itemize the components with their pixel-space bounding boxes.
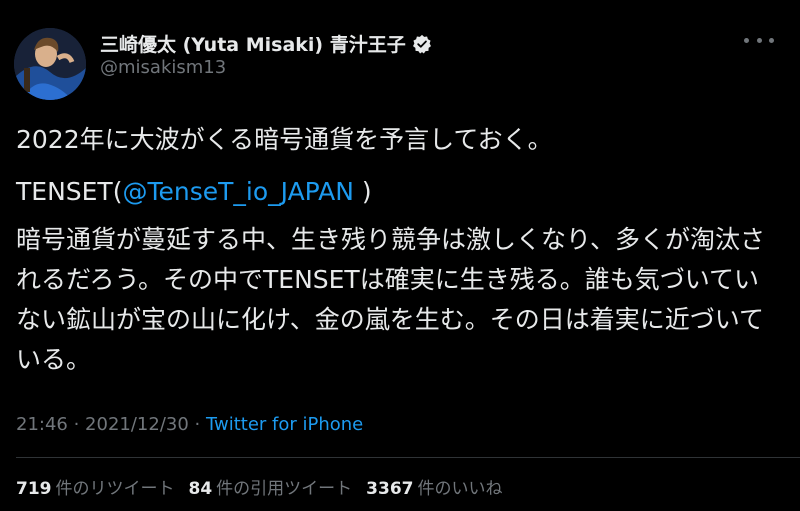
likes-label: 件のいいね <box>417 479 503 499</box>
tweet-line-2: TENSET(@TenseT_io_JAPAN ) <box>16 172 776 212</box>
likes-stat[interactable]: 3367 件のいいね <box>366 474 502 499</box>
retweets-count: 719 <box>16 479 52 499</box>
quotes-count: 84 <box>188 479 213 499</box>
dot <box>744 37 749 43</box>
retweets-label: 件のリツイート <box>55 479 175 499</box>
tweet-line-2-suffix: ) <box>353 177 372 206</box>
tweet-paragraph: 暗号通貨が蔓延する中、生き残り競争は激しくなり、多くが淘汰されるだろう。その中で… <box>16 225 766 374</box>
tweet-line-2-prefix: TENSET( <box>16 177 123 206</box>
likes-count: 3367 <box>366 479 414 499</box>
quotes-stat[interactable]: 84 件の引用ツイート <box>189 474 353 499</box>
avatar-image <box>14 28 86 100</box>
tweet-meta: 21:46 · 2021/12/30 · Twitter for iPhone <box>16 414 363 435</box>
tweet-time[interactable]: 21:46 <box>16 414 68 435</box>
tweet-detail: 三崎優太 (Yuta Misaki) 青汁王子 @misakism13 2022… <box>0 0 800 511</box>
display-name[interactable]: 三崎優太 (Yuta Misaki) 青汁王子 <box>100 30 406 57</box>
dot <box>769 37 774 43</box>
tweet-source-link[interactable]: Twitter for iPhone <box>206 414 363 435</box>
tweet-line-1: 2022年に大波がくる暗号通貨を予言しておく。 <box>16 125 553 154</box>
quotes-label: 件の引用ツイート <box>216 479 353 499</box>
retweets-stat[interactable]: 719 件のリツイート <box>16 474 175 499</box>
more-options-icon[interactable] <box>744 28 774 52</box>
tweet-text: 2022年に大波がくる暗号通貨を予言しておく。 TENSET(@TenseT_i… <box>16 120 776 380</box>
verified-badge-icon <box>412 34 432 54</box>
author-name-row: 三崎優太 (Yuta Misaki) 青汁王子 <box>100 30 432 57</box>
divider <box>16 457 800 458</box>
meta-separator: · <box>67 414 86 435</box>
handle[interactable]: @misakism13 <box>100 57 226 78</box>
meta-separator: · <box>188 414 206 435</box>
tweet-date[interactable]: 2021/12/30 <box>85 414 189 435</box>
mention-link[interactable]: @TenseT_io_JAPAN <box>122 177 353 206</box>
dot <box>756 37 762 43</box>
avatar[interactable] <box>14 28 86 100</box>
engagement-stats: 719 件のリツイート 84 件の引用ツイート 3367 件のいいね <box>16 474 503 499</box>
